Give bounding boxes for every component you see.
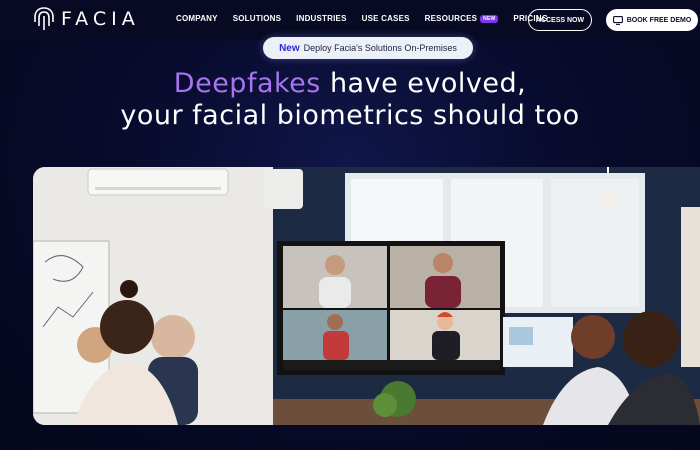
hero-headline: Deepfakes have evolved, your facial biom… [0,68,700,132]
book-demo-button[interactable]: BOOK FREE DEMO [606,9,698,31]
logo-text: FACIA [61,8,140,30]
headline-rest: have evolved, [320,68,527,99]
nav-item-use-cases[interactable]: USE CASES [362,14,410,23]
hero-image [33,167,700,425]
nav-item-solutions[interactable]: SOLUTIONS [233,14,281,23]
announcement-new-tag: New [279,42,300,54]
monitor-icon [612,15,623,25]
nav-item-industries[interactable]: INDUSTRIES [296,14,346,23]
top-navigation: FACIA COMPANY SOLUTIONS INDUSTRIES USE C… [0,0,700,40]
nav-item-resources-label: RESOURCES [424,14,478,23]
headline-accent: Deepfakes [173,68,321,99]
announcement-banner[interactable]: New Deploy Facia's Solutions On-Premises [263,37,473,59]
nav-item-company[interactable]: COMPANY [176,14,218,23]
main-menu: COMPANY SOLUTIONS INDUSTRIES USE CASES R… [176,14,548,23]
access-now-button[interactable]: ACCESS NOW [528,9,592,31]
nav-item-resources[interactable]: RESOURCES NEW [425,14,499,23]
new-badge: NEW [480,14,499,23]
book-demo-label: BOOK FREE DEMO [626,16,692,24]
fingerprint-logo-icon [34,7,54,30]
headline-line-1: Deepfakes have evolved, [0,68,700,100]
announcement-text: Deploy Facia's Solutions On-Premises [303,43,457,53]
headline-line-2: your facial biometrics should too [120,100,580,131]
facia-logo[interactable]: FACIA [33,6,140,32]
